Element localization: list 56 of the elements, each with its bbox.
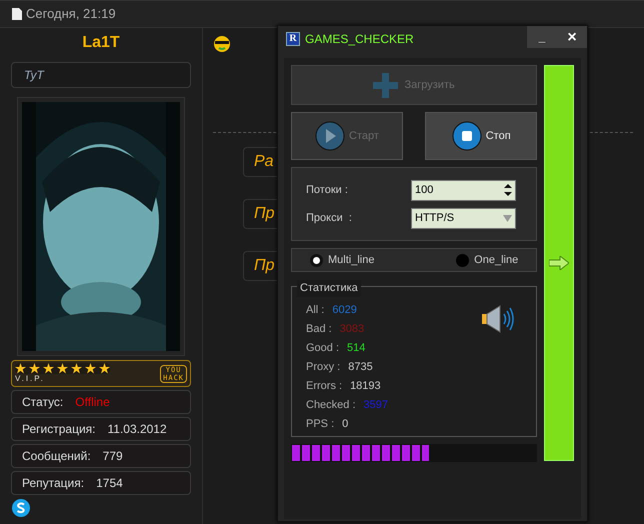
profile-info-row: Статус: Offline	[11, 390, 191, 414]
section-tag[interactable]: Пр	[243, 251, 277, 281]
stat-value: 8735	[348, 360, 373, 376]
stat-value: 6029	[332, 303, 357, 318]
plus-icon	[373, 72, 398, 98]
section-tag[interactable]: Ра	[243, 147, 277, 177]
profile-info-row: Репутация: 1754	[11, 471, 191, 495]
stat-label: Good :	[306, 341, 340, 356]
document-icon	[12, 8, 22, 20]
stat-value: 3083	[340, 322, 364, 338]
stat-label: Proxy :	[306, 360, 340, 376]
username[interactable]: La1T	[82, 34, 120, 52]
window-title: GAMES_CHECKER	[305, 30, 414, 48]
stop-button[interactable]: Стоп	[425, 112, 538, 160]
threads-spinner[interactable]: 100	[411, 180, 516, 200]
post-date: Сегодня, 21:19	[26, 5, 116, 24]
star-icon	[71, 363, 82, 374]
arrow-icon[interactable]	[549, 256, 570, 270]
speaker-icon[interactable]	[482, 305, 514, 333]
stat-value: 0	[342, 417, 348, 432]
stat-label: Bad :	[306, 322, 332, 338]
stat-label: Errors :	[306, 379, 342, 394]
minimize-button[interactable]: _	[527, 26, 557, 48]
spin-arrows-icon[interactable]	[504, 183, 512, 197]
rank-label: V.I.P.	[15, 374, 46, 384]
stat-label: All :	[306, 303, 324, 318]
radio-icon[interactable]	[310, 254, 323, 266]
proxy-label: Прокси :	[306, 210, 353, 226]
section-tag[interactable]: Пр	[243, 199, 277, 229]
mode-radio[interactable]: One_line	[456, 252, 518, 268]
user-title: TyT	[11, 62, 191, 88]
star-icon	[15, 363, 26, 374]
profile-info-row: Регистрация: 11.03.2012	[11, 417, 191, 441]
stats-title: Статистика	[297, 280, 361, 296]
star-icon	[43, 363, 54, 374]
play-icon	[315, 121, 346, 151]
star-icon	[99, 363, 110, 374]
sunglasses-smiley-icon	[213, 35, 231, 53]
stat-value: 3597	[364, 398, 388, 414]
profile-info-row: Сообщений: 779	[11, 444, 191, 468]
stat-label: Checked :	[306, 398, 356, 414]
star-icon	[57, 363, 68, 374]
dropdown-caret-icon	[503, 214, 512, 222]
radio-icon[interactable]	[456, 254, 470, 266]
app-icon: R	[286, 32, 300, 46]
star-icon	[85, 363, 96, 374]
stop-icon	[452, 121, 482, 151]
mode-radio[interactable]: Multi_line	[310, 252, 374, 268]
threads-label: Потоки :	[306, 182, 349, 198]
stat-label: PPS :	[306, 417, 334, 432]
close-button[interactable]: ×	[557, 26, 587, 48]
star-icon	[29, 363, 40, 374]
stat-value: 514	[347, 341, 366, 356]
stat-value: 18193	[350, 379, 381, 394]
proxy-dropdown[interactable]: HTTP/S	[411, 208, 516, 228]
skype-icon[interactable]	[12, 499, 30, 517]
